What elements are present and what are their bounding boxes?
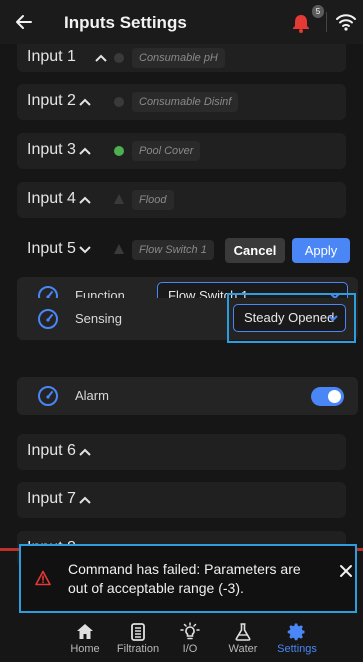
- chevron-up-icon[interactable]: [78, 144, 92, 158]
- bulb-icon: [180, 622, 200, 640]
- back-arrow-icon: [16, 15, 32, 29]
- status-dot-active: [114, 146, 124, 156]
- notifications-button[interactable]: [287, 9, 315, 37]
- chevron-down-icon[interactable]: [78, 243, 92, 257]
- input-row-6[interactable]: Input 6: [17, 434, 346, 470]
- nav-label: Home: [70, 643, 100, 655]
- nav-label: Settings: [277, 643, 317, 655]
- sensing-select[interactable]: Steady Opened: [233, 304, 346, 332]
- nav-item-water[interactable]: Water: [226, 613, 260, 662]
- warning-icon: [114, 244, 124, 254]
- nav-item-io[interactable]: I/O: [176, 613, 204, 662]
- nav-label: Filtration: [116, 643, 160, 655]
- nav-item-settings[interactable]: Settings: [274, 613, 320, 662]
- input-row-7[interactable]: Input 7: [17, 482, 346, 518]
- connection-button[interactable]: [334, 10, 358, 34]
- status-chip: Pool Cover: [132, 141, 201, 161]
- sensing-label: Sensing: [75, 311, 122, 326]
- toggle-knob: [328, 390, 341, 403]
- chevron-up-icon[interactable]: [94, 51, 108, 65]
- gauge-icon: [38, 386, 58, 406]
- gear-icon: [287, 623, 305, 641]
- nav-label: I/O: [182, 643, 198, 655]
- input-label: Input 2: [27, 92, 76, 109]
- alert-triangle-icon: [35, 570, 51, 586]
- error-toast: Command has failed: Parameters are out o…: [19, 544, 357, 613]
- alarm-toggle[interactable]: [311, 387, 344, 406]
- nav-item-home[interactable]: Home: [68, 613, 102, 662]
- bottom-nav: Home Filtration I/O Water Settings: [0, 613, 363, 662]
- alarm-label: Alarm: [75, 388, 109, 403]
- status-dot: [114, 97, 124, 107]
- input-row-2[interactable]: Input 2 Consumable Disinf: [17, 84, 346, 120]
- chevron-up-icon[interactable]: [78, 445, 92, 459]
- gauge-icon: [38, 309, 58, 329]
- back-button[interactable]: [10, 8, 38, 36]
- cancel-button[interactable]: Cancel: [225, 238, 285, 263]
- status-chip: Consumable pH: [132, 48, 225, 68]
- filtration-icon: [131, 623, 145, 641]
- page-title: Inputs Settings: [64, 13, 187, 32]
- close-icon[interactable]: [339, 564, 353, 578]
- input-label: Input 7: [27, 490, 76, 507]
- bell-icon: [293, 15, 309, 33]
- chevron-up-icon[interactable]: [78, 95, 92, 109]
- apply-button[interactable]: Apply: [292, 238, 350, 263]
- status-dot: [114, 53, 124, 63]
- notification-badge: 5: [312, 5, 324, 18]
- divider: [326, 12, 327, 32]
- chevron-up-icon[interactable]: [78, 193, 92, 207]
- status-chip: Flow Switch 1: [132, 240, 214, 260]
- input-label: Input 6: [27, 442, 76, 459]
- toast-message: Command has failed: Parameters are out o…: [68, 561, 301, 596]
- input-row-4[interactable]: Input 4 Flood: [17, 182, 346, 218]
- input-label: Input 5: [27, 240, 76, 257]
- home-icon: [77, 624, 93, 639]
- input-label: Input 3: [27, 141, 76, 158]
- nav-label: Water: [228, 643, 258, 655]
- chevron-up-icon[interactable]: [78, 493, 92, 507]
- input-row-3[interactable]: Input 3 Pool Cover: [17, 133, 346, 169]
- status-chip: Flood: [132, 190, 174, 210]
- input-label: Input 4: [27, 190, 76, 207]
- nav-item-filtration[interactable]: Filtration: [114, 613, 162, 662]
- sensing-value: Steady Opened: [244, 310, 335, 325]
- wifi-icon: [336, 14, 356, 31]
- warning-icon: [114, 194, 124, 204]
- alarm-setting: Alarm: [17, 377, 358, 415]
- chevron-down-icon: [328, 315, 338, 322]
- status-chip: Consumable Disinf: [132, 92, 239, 112]
- flask-icon: [235, 623, 251, 641]
- top-bar: Inputs Settings 5: [0, 0, 363, 44]
- input-label: Input 1: [27, 48, 76, 65]
- input-row-1[interactable]: Input 1 Consumable pH: [17, 44, 346, 72]
